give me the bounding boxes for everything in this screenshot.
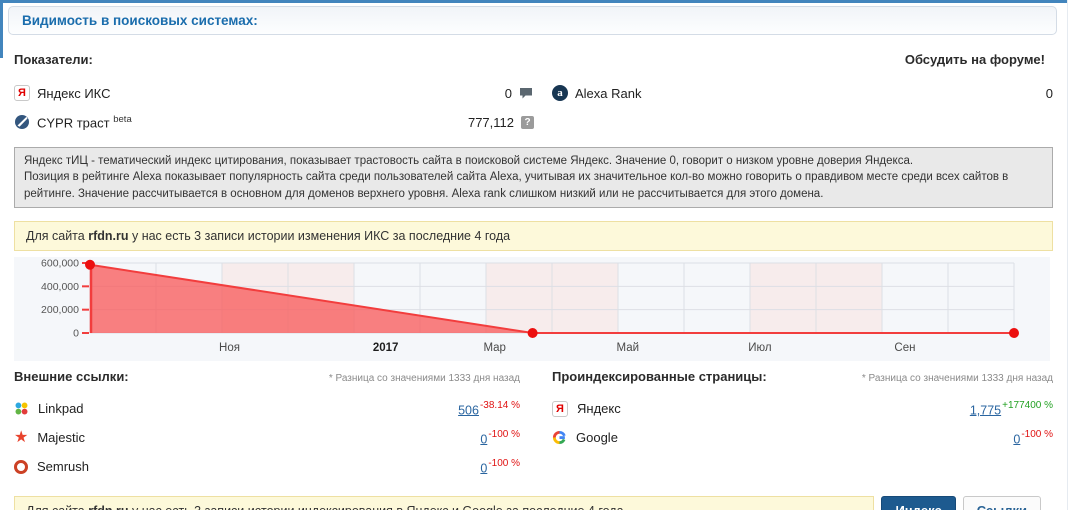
metrics-grid: Я Яндекс ИКС 0 a Alexa Rank 0 CYPR траст… bbox=[14, 82, 1053, 133]
delta-percent: -100 % bbox=[488, 457, 520, 469]
info-line: Яндекс тИЦ - тематический индекс цитиров… bbox=[24, 155, 914, 167]
seo-visibility-panel: Видимость в поисковых системах: Показате… bbox=[0, 0, 1068, 510]
metric-value: 0 bbox=[504, 85, 512, 101]
site-domain: rfdn.ru bbox=[88, 228, 129, 243]
index-tab-button[interactable]: Индекс bbox=[881, 495, 956, 510]
svg-text:Июл: Июл bbox=[748, 342, 771, 354]
link-source-label: Semrush bbox=[37, 459, 90, 475]
svg-text:2017: 2017 bbox=[373, 342, 399, 354]
indexed-pages-column: Проиндексированные страницы: * Разница с… bbox=[552, 369, 1053, 486]
index-source-label: Google bbox=[576, 430, 618, 446]
link-value-block: 506-38.14 % bbox=[458, 399, 520, 417]
metric-row-yandex-iks: Я Яндекс ИКС 0 bbox=[14, 82, 534, 104]
svg-text:Сен: Сен bbox=[894, 342, 915, 354]
index-value-block: 0-100 % bbox=[1013, 428, 1053, 446]
iks-history-notice: Для сайта rfdn.ru у нас есть 3 записи ис… bbox=[14, 220, 1053, 251]
svg-text:600,000: 600,000 bbox=[41, 257, 79, 269]
linkpad-count-link[interactable]: 506 bbox=[458, 403, 479, 417]
semrush-count-link[interactable]: 0 bbox=[480, 461, 487, 475]
link-row-semrush: Semrush 0-100 % bbox=[14, 457, 520, 477]
left-accent-line bbox=[0, 0, 3, 58]
page-title: Видимость в поисковых системах: bbox=[22, 13, 258, 28]
diff-note: * Разница со значениями 1333 дня назад bbox=[861, 372, 1053, 384]
bottom-row: Для сайта rfdn.ru у нас есть 3 записи ис… bbox=[14, 495, 1053, 510]
metric-label: CYPR траст beta bbox=[37, 113, 132, 131]
yandex-icon: Я bbox=[552, 400, 568, 417]
metric-label: Alexa Rank bbox=[575, 85, 642, 101]
links-section: Внешние ссылки: * Разница со значениями … bbox=[14, 369, 1053, 486]
index-history-notice: Для сайта rfdn.ru у нас есть 3 записи ис… bbox=[14, 495, 875, 510]
diff-note: * Разница со значениями 1333 дня назад bbox=[328, 372, 520, 384]
yandex-icon: Я bbox=[14, 85, 30, 101]
top-accent-line bbox=[0, 0, 1067, 3]
semrush-icon bbox=[14, 459, 28, 474]
delta-percent: +177400 % bbox=[1002, 399, 1053, 411]
metrics-section-head: Показатели: Обсудить на форуме! bbox=[14, 52, 1053, 67]
info-line: Позиция в рейтинге Alexa показывает попу… bbox=[24, 171, 1009, 200]
indexed-pages-head: Проиндексированные страницы: * Разница с… bbox=[552, 369, 1053, 384]
site-domain: rfdn.ru bbox=[88, 504, 128, 510]
links-tab-button[interactable]: Ссылки bbox=[962, 495, 1041, 510]
svg-text:Мар: Мар bbox=[483, 342, 506, 354]
indexed-pages-title: Проиндексированные страницы: bbox=[552, 368, 767, 384]
external-links-title: Внешние ссылки: bbox=[14, 368, 129, 384]
cypr-icon bbox=[14, 114, 30, 130]
majestic-icon: ★ bbox=[14, 428, 29, 446]
metric-row-alexa: a Alexa Rank 0 bbox=[552, 82, 1053, 104]
google-pages-link[interactable]: 0 bbox=[1013, 432, 1020, 446]
index-row-google: Google 0-100 % bbox=[552, 428, 1053, 448]
metric-row-empty bbox=[552, 111, 1053, 133]
link-row-linkpad: Linkpad 506-38.14 % bbox=[14, 399, 520, 419]
delta-percent: -38.14 % bbox=[479, 399, 520, 411]
help-icon[interactable]: ? bbox=[521, 115, 534, 129]
metric-value: 777,112 bbox=[467, 114, 514, 130]
link-row-majestic: ★ Majestic 0-100 % bbox=[14, 428, 520, 448]
panel-header: Видимость в поисковых системах: bbox=[8, 6, 1057, 35]
metrics-info-box: Яндекс тИЦ - тематический индекс цитиров… bbox=[14, 147, 1053, 208]
index-row-yandex: Я Яндекс 1,775+177400 % bbox=[552, 399, 1053, 419]
chart-canvas: 600,000 400,000 200,000 0 Ноя 2017 Мар Май Июл Се… bbox=[14, 256, 1050, 361]
metric-label: Яндекс ИКС bbox=[37, 85, 111, 101]
metrics-title: Показатели: bbox=[14, 52, 93, 67]
comment-icon[interactable] bbox=[519, 87, 534, 100]
delta-percent: -100 % bbox=[488, 428, 520, 440]
link-value-block: 0-100 % bbox=[480, 457, 520, 475]
svg-text:0: 0 bbox=[73, 327, 79, 339]
indexed-pages-rows: Я Яндекс 1,775+177400 % Google 0-100 % bbox=[552, 399, 1053, 448]
metric-row-cypr-trust: CYPR траст beta 777,112 ? bbox=[14, 111, 534, 133]
linkpad-icon bbox=[14, 401, 29, 416]
svg-text:Ноя: Ноя bbox=[219, 342, 240, 354]
google-icon bbox=[552, 430, 567, 445]
index-source-label: Яндекс bbox=[577, 401, 621, 417]
external-links-rows: Linkpad 506-38.14 % ★ Majestic 0-100 % S… bbox=[14, 399, 520, 477]
svg-text:400,000: 400,000 bbox=[41, 281, 79, 293]
link-source-label: Linkpad bbox=[38, 401, 84, 417]
alexa-icon: a bbox=[552, 85, 568, 101]
metric-value: 0 bbox=[1045, 85, 1053, 101]
yandex-pages-link[interactable]: 1,775 bbox=[970, 403, 1001, 417]
svg-text:200,000: 200,000 bbox=[41, 304, 79, 316]
index-value-block: 1,775+177400 % bbox=[970, 399, 1053, 417]
external-links-head: Внешние ссылки: * Разница со значениями … bbox=[14, 369, 520, 384]
link-source-label: Majestic bbox=[37, 430, 86, 446]
majestic-count-link[interactable]: 0 bbox=[480, 432, 487, 446]
external-links-column: Внешние ссылки: * Разница со значениями … bbox=[14, 369, 534, 486]
delta-percent: -100 % bbox=[1021, 428, 1053, 440]
iks-history-chart: 600,000 400,000 200,000 0 Ноя 2017 Мар Май Июл Се… bbox=[14, 256, 1053, 361]
svg-text:Май: Май bbox=[617, 342, 640, 354]
beta-badge: beta bbox=[113, 113, 132, 125]
link-value-block: 0-100 % bbox=[480, 428, 520, 446]
discuss-forum-link[interactable]: Обсудить на форуме! bbox=[905, 52, 1053, 67]
panel-content: Показатели: Обсудить на форуме! Я Яндекс… bbox=[0, 52, 1067, 510]
